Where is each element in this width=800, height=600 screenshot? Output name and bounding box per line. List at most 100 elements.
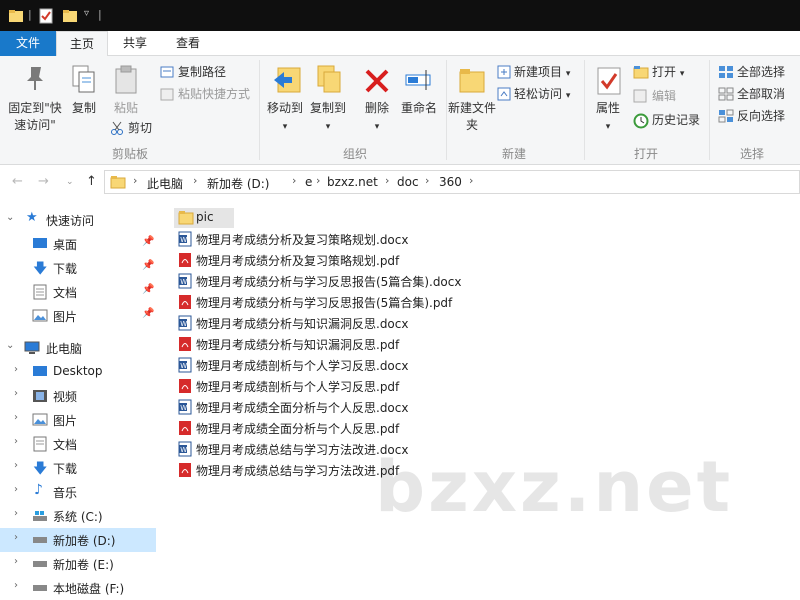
chevron-right-icon[interactable]: › [14,532,18,543]
forward-arrow-icon[interactable]: → [38,174,49,189]
folder-icon[interactable] [8,8,24,24]
properties-label: 属性 [595,101,620,115]
download-arrow-icon: 🡇 [33,261,48,277]
history-button[interactable]: 历史记录 [652,112,700,128]
open-button[interactable]: 打开 ▾ [652,64,684,82]
chevron-right-icon[interactable]: › [14,484,18,495]
qa-divider: | [28,8,32,21]
chevron-right-icon[interactable]: › [14,436,18,447]
copy-button[interactable]: 复制 [68,100,100,117]
word-document-icon: W [178,399,192,415]
delete-label: 删除 [364,101,389,115]
pin-icon[interactable]: 📌 [142,284,154,295]
select-all-button[interactable]: 全部选择 [737,64,785,80]
breadcrumb-this-pc[interactable]: 此电脑 [147,175,183,192]
breadcrumb-drive-d[interactable]: 新加卷 (D:) [207,175,269,192]
easy-access-button[interactable]: 轻松访问 ▾ [514,86,570,104]
group-separator [584,60,585,160]
chevron-right-icon[interactable]: › [14,556,18,567]
chevron-right-icon[interactable]: › [14,364,18,375]
sidebar-item-drive-d[interactable]: › 新加卷 (D:) [0,528,156,552]
folder-icon [178,211,194,225]
pin-icon[interactable]: 📌 [142,260,154,271]
pin-icon[interactable]: 📌 [142,236,154,247]
edit-button[interactable]: 编辑 [652,88,676,104]
tab-share[interactable]: 共享 [110,31,160,56]
up-arrow-icon[interactable]: ↑ [86,174,97,189]
breadcrumb-chevron-icon[interactable]: › [425,174,429,187]
tab-file[interactable]: 文件 [0,31,56,56]
new-folder-button[interactable]: 新建文件夹 [448,100,496,134]
tab-home[interactable]: 主页 [56,31,108,57]
navigation-pane: ⌄ ★ 快速访问 桌面 📌 🡇 下载 📌 文档 📌 图片 📌 ⌄ 此电脑 › D… [0,200,160,600]
sidebar-item-drive-c[interactable]: › 系统 (C:) [0,504,156,528]
sidebar-item-documents-pc[interactable]: › 文档 [0,432,156,456]
sidebar-item-downloads-pc[interactable]: › 🡇 下载 [0,456,156,480]
tab-view[interactable]: 查看 [162,31,214,56]
pin-quick-access-button[interactable]: 固定到"快速访问" [4,100,66,134]
breadcrumb-chevron-icon[interactable]: › [385,174,389,187]
copy-path-icon [160,66,174,78]
sidebar-item-pictures[interactable]: 图片 📌 [0,304,156,328]
recent-locations-icon[interactable]: ⌄ [66,177,74,187]
chevron-right-icon[interactable]: › [14,412,18,423]
chevron-right-icon[interactable]: › [14,580,18,591]
sidebar-item-desktop[interactable]: 桌面 📌 [0,232,156,256]
folder-row[interactable]: pic [174,208,234,228]
new-item-button[interactable]: 新建项目 ▾ [514,64,570,82]
sidebar-item-desktop-pc[interactable]: › Desktop [0,360,156,384]
address-bar[interactable]: › 此电脑 › 新加卷 (D:) › e › bzxz.net › doc › … [104,170,800,194]
breadcrumb-360[interactable]: 360 [439,175,462,189]
easy-access-label: 轻松访问 [514,87,563,101]
new-folder-icon [459,69,485,93]
title-bar: | ▿ | [0,0,800,31]
file-name: 物理月考成绩剖析与个人学习反思.pdf [196,380,400,394]
paste-shortcut-button[interactable]: 粘贴快捷方式 [178,86,250,102]
sidebar-item-this-pc[interactable]: ⌄ 此电脑 [0,336,156,360]
file-name: 物理月考成绩分析及复习策略规划.docx [196,233,409,247]
breadcrumb-doc[interactable]: doc [397,175,419,189]
back-arrow-icon[interactable]: ← [12,174,23,189]
properties-check-icon[interactable] [38,8,54,24]
sidebar-item-music[interactable]: › ♪ 音乐 [0,480,156,504]
copy-to-button[interactable]: 复制到 ▾ [306,100,350,136]
breadcrumb-chevron-icon[interactable]: › [469,174,473,187]
cut-button[interactable]: 剪切 [128,120,152,136]
breadcrumb-e[interactable]: e [305,175,312,189]
invert-selection-button[interactable]: 反向选择 [737,108,785,124]
breadcrumb-chevron-icon[interactable]: › [292,174,296,187]
qa-customize-icon[interactable]: ▿ [84,8,89,24]
move-to-button[interactable]: 移动到 ▾ [264,100,306,136]
sidebar-label: 音乐 [53,486,78,500]
copy-path-button[interactable]: 复制路径 [178,64,226,80]
paste-shortcut-icon [160,88,174,101]
sidebar-label: 本地磁盘 (F:) [53,582,125,596]
chevron-down-icon[interactable]: ⌄ [6,340,14,351]
pin-icon[interactable]: 📌 [142,308,154,319]
file-name: pic [196,210,214,224]
sidebar-item-videos[interactable]: › 视频 [0,384,156,408]
properties-button[interactable]: 属性 ▾ [590,100,626,136]
breadcrumb-chevron-icon[interactable]: › [133,174,137,187]
breadcrumb-chevron-icon[interactable]: › [193,174,197,187]
chevron-right-icon[interactable]: › [14,460,18,471]
sidebar-item-drive-e[interactable]: › 新加卷 (E:) [0,552,156,576]
chevron-down-icon[interactable]: ⌄ [6,212,14,223]
delete-button[interactable]: 删除 ▾ [360,100,394,136]
sidebar-item-quick-access[interactable]: ⌄ ★ 快速访问 [0,208,156,232]
paste-label: 粘贴 [113,101,138,115]
chevron-right-icon[interactable]: › [14,388,18,399]
chevron-right-icon[interactable]: › [14,508,18,519]
sidebar-item-pictures-pc[interactable]: › 图片 [0,408,156,432]
sidebar-item-documents[interactable]: 文档 📌 [0,280,156,304]
select-none-button[interactable]: 全部取消 [737,86,785,102]
rename-button[interactable]: 重命名 [396,100,442,117]
breadcrumb-chevron-icon[interactable]: › [316,174,320,187]
breadcrumb-bzxz[interactable]: bzxz.net [327,175,378,189]
chevron-down-icon: ▾ [282,122,288,132]
copy-to-label: 复制到 [309,101,346,115]
paste-button[interactable]: 粘贴 [108,100,144,117]
sidebar-item-downloads[interactable]: 🡇 下载 📌 [0,256,156,280]
sidebar-item-drive-f[interactable]: › 本地磁盘 (F:) [0,576,156,600]
new-folder-qa-icon[interactable] [62,8,78,24]
